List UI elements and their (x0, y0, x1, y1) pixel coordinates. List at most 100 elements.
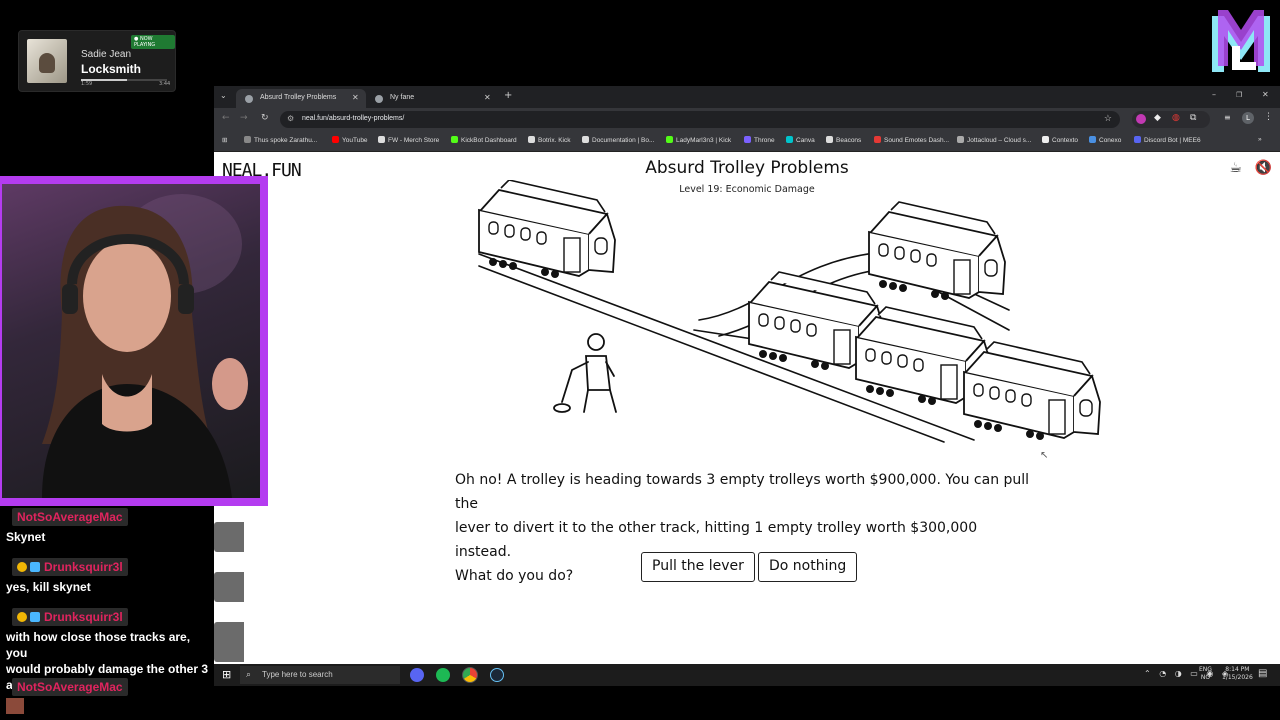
mute-icon[interactable]: 🔇 (1255, 160, 1272, 176)
bookmark-item[interactable]: Documentation | Bo... (582, 136, 654, 144)
bookmark-favicon-icon (1089, 136, 1096, 143)
chat-username: NotSoAverageMac (12, 678, 128, 696)
windows-taskbar: ⊞ ⌕ Type here to search ⌃ ◔ ◑ ▭ ◉ ◈ ENG … (214, 664, 1280, 686)
tab-search-icon[interactable]: ⌄ (220, 91, 227, 100)
tab-favicon-icon (245, 95, 253, 103)
lang-region: NO (1200, 674, 1211, 681)
bookmark-favicon-icon (744, 136, 751, 143)
bookmark-favicon-icon (957, 136, 964, 143)
extensions-puzzle-icon[interactable]: ⧉ (1190, 113, 1196, 123)
notifications-icon[interactable]: ▤ (1258, 668, 1267, 679)
bookmark-item[interactable]: KickBot Dashboard (451, 136, 517, 144)
bookmark-label: Contexto (1052, 137, 1079, 144)
bookmark-favicon-icon (1134, 136, 1141, 143)
bookmark-item[interactable]: Canva (786, 136, 815, 144)
address-bar[interactable]: ⚙ neal.fun/absurd-trolley-problems/ ☆ (280, 111, 1120, 128)
artist-name: Sadie Jean (81, 49, 132, 60)
bookmark-item[interactable]: LadyMarl3n3 | Kick (666, 136, 731, 144)
close-tab-icon[interactable]: ✕ (484, 93, 491, 102)
site-info-icon[interactable]: ⚙ (287, 114, 294, 123)
duration-time: 3:44 (159, 81, 171, 87)
close-window-icon[interactable]: ✕ (1262, 90, 1269, 99)
chat-username-row: Drunksquirr3l (12, 608, 128, 626)
bookmarks-bar: ⊞ Thus spoke Zarathu... YouTube FW - Merch … (214, 130, 1280, 152)
badge-icon (30, 562, 40, 572)
page-icons: ☕ 🔇 (1230, 160, 1272, 176)
bookmark-item[interactable]: Contexto (1042, 136, 1078, 144)
windows-start-icon[interactable]: ⊞ (222, 668, 231, 681)
profile-avatar[interactable]: L (1242, 112, 1254, 124)
tab-absurd-trolley[interactable]: Absurd Trolley Problems ✕ (236, 89, 366, 108)
tab-favicon-icon (375, 95, 383, 103)
album-art (27, 39, 67, 83)
bookmark-label: Sound Emotes Dash... (884, 137, 950, 144)
bookmark-item[interactable]: Sound Emotes Dash... (874, 136, 949, 144)
bookmark-favicon-icon (244, 136, 251, 143)
taskbar-search[interactable]: ⌕ Type here to search (240, 666, 400, 684)
stream-logo-icon (1212, 10, 1270, 72)
new-tab-icon[interactable]: + (504, 90, 512, 101)
browser-toolbar: ← → ↻ ⚙ neal.fun/absurd-trolley-problems… (214, 108, 1280, 130)
extension-icon[interactable]: ◆ (1154, 113, 1161, 123)
badge-icon (30, 612, 40, 622)
menu-icon[interactable]: ⋮ (1264, 112, 1273, 122)
extension-icon[interactable]: ◍ (1172, 113, 1180, 123)
bookmark-item[interactable]: Conexo (1089, 136, 1121, 144)
close-tab-icon[interactable]: ✕ (352, 93, 359, 102)
extension-icon[interactable] (1136, 114, 1146, 124)
steam-app-icon[interactable] (490, 668, 504, 682)
bookmark-label: FW - Merch Store (388, 137, 440, 144)
coffee-icon[interactable]: ☕ (1230, 160, 1243, 176)
pull-lever-button[interactable]: Pull the lever (641, 552, 755, 582)
discord-app-icon[interactable] (410, 668, 424, 682)
system-tray-icons[interactable]: ⌃ ◔ ◑ ▭ ◉ ◈ (1144, 669, 1231, 678)
bookmark-item[interactable]: FW - Merch Store (378, 136, 439, 144)
webcam-overlay (0, 176, 268, 506)
url-text: neal.fun/absurd-trolley-problems/ (302, 115, 405, 122)
bookmark-label: Canva (796, 137, 815, 144)
elapsed-time: 1:59 (81, 81, 93, 87)
reload-icon[interactable]: ↻ (261, 113, 269, 123)
bookmark-item[interactable]: Throne (744, 136, 775, 144)
bookmark-item[interactable]: YouTube (332, 136, 368, 144)
tab-new[interactable]: Ny fane ✕ (366, 89, 496, 108)
chat-username-row: Drunksquirr3l (12, 558, 128, 576)
trolley-illustration (478, 180, 1101, 443)
bookmark-item[interactable]: Jottacloud – Cloud s... (957, 136, 1031, 144)
maximize-icon[interactable]: ❐ (1236, 91, 1242, 99)
do-nothing-button[interactable]: Do nothing (758, 552, 858, 582)
chat-message-line: with how close those tracks are, you (6, 630, 191, 660)
chat-username: Drunksquirr3l (44, 610, 123, 624)
bookmark-label: LadyMarl3n3 | Kick (676, 137, 732, 144)
badge-icon (17, 562, 27, 572)
forward-icon[interactable]: → (240, 113, 248, 123)
bookmark-item[interactable]: Botrix. Kick (528, 136, 571, 144)
bookmark-item[interactable]: Discord Bot | MEE6 (1134, 136, 1201, 144)
target-trolley (963, 341, 1101, 441)
chrome-app-icon[interactable] (462, 667, 478, 683)
bookmark-favicon-icon (1042, 136, 1049, 143)
bookmark-favicon-icon (582, 136, 589, 143)
bookmark-item[interactable]: Thus spoke Zarathu... (244, 136, 317, 144)
language-indicator[interactable]: ENG NO (1199, 666, 1212, 682)
bookmark-star-icon[interactable]: ☆ (1104, 113, 1112, 124)
prompt-line: Oh no! A trolley is heading towards 3 em… (455, 472, 1030, 512)
bookmark-favicon-icon (528, 136, 535, 143)
bookmark-label: Beacons (836, 137, 862, 144)
back-icon[interactable]: ← (222, 113, 230, 123)
clock[interactable]: 8:14 PM 1/15/2026 (1222, 666, 1253, 682)
extensions-group: ◆ ◍ ⧉ (1132, 111, 1210, 128)
more-bookmarks-icon[interactable]: » (1258, 136, 1262, 143)
side-tab (214, 622, 244, 662)
spotify-app-icon[interactable] (436, 668, 450, 682)
page-title: Absurd Trolley Problems (645, 158, 849, 178)
webcam-feed (2, 184, 260, 498)
minimize-icon[interactable]: – (1212, 90, 1216, 99)
chat-emote (6, 698, 24, 714)
bookmark-favicon-icon (451, 136, 458, 143)
apps-grid-icon[interactable]: ⊞ (222, 136, 227, 144)
side-tab (214, 572, 244, 602)
search-placeholder: Type here to search (262, 670, 333, 679)
reading-list-icon[interactable]: ≡ (1224, 113, 1231, 122)
bookmark-item[interactable]: Beacons (826, 136, 861, 144)
